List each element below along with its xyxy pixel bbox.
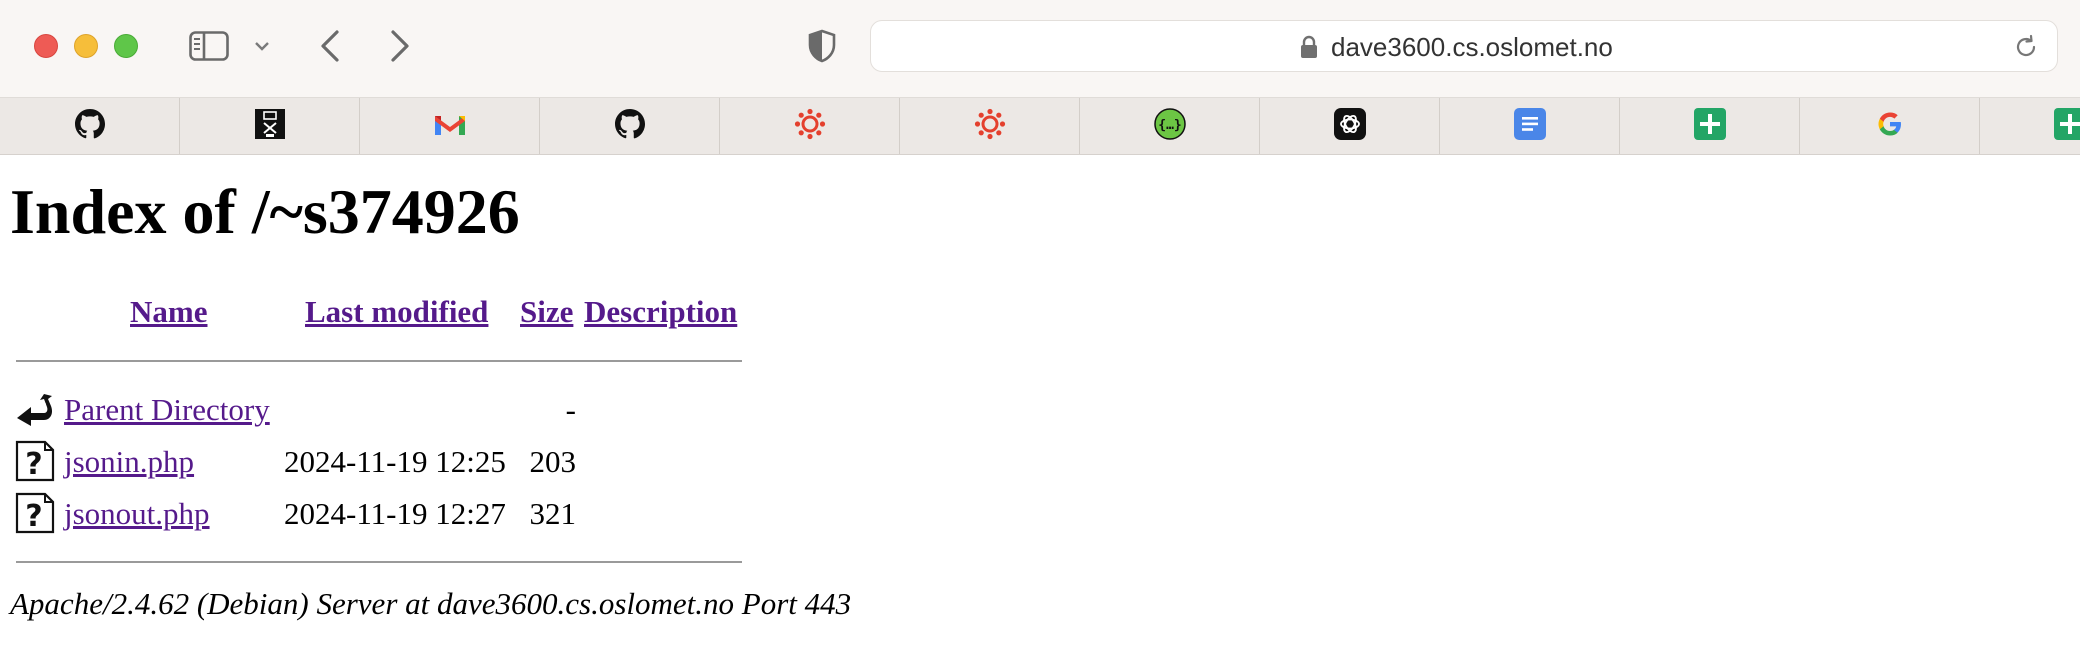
oslomet-icon [254,108,285,144]
canvas-icon [794,108,826,145]
svg-text:?: ? [25,499,42,534]
server-signature: Apache/2.4.62 (Debian) Server at dave360… [10,586,852,621]
row-last-modified: 2024-11-19 12:25 [284,444,506,479]
github-icon [614,108,645,144]
favorite-github[interactable] [0,98,180,154]
browser-toolbar: dave3600.cs.oslomet.no [0,0,2080,98]
favorite-gmail[interactable] [360,98,540,154]
url-text: dave3600.cs.oslomet.no [1331,32,1613,62]
back-arrow-icon [14,388,56,430]
forward-arrow-icon[interactable] [382,26,418,66]
zoom-window-button[interactable] [114,34,138,58]
favorite-openai[interactable] [1260,98,1440,154]
google-sheets-icon [1693,107,1726,145]
back-arrow-icon[interactable] [312,26,348,66]
column-header-size[interactable]: Size [520,292,573,332]
row-size: 321 [529,496,577,531]
lock-icon [1299,35,1319,59]
close-window-button[interactable] [34,34,58,58]
svg-text:?: ? [25,447,42,482]
column-header-name[interactable]: Name [130,292,207,332]
google-icon [1875,109,1905,144]
favorite-canvas-2[interactable] [900,98,1080,154]
divider [16,561,742,563]
favorite-google[interactable] [1800,98,1980,154]
page-content: Index of /~s374926 Name Last modified Si… [0,156,2080,672]
column-header-description[interactable]: Description [584,292,737,332]
svg-text:{…}: {…} [1158,118,1181,133]
file-link-jsonout[interactable]: jsonout.php [64,494,210,534]
row-last-modified: 2024-11-19 12:27 [284,496,506,531]
unknown-file-icon: ? [14,440,56,482]
gmail-icon [434,112,466,141]
column-header-last-modified[interactable]: Last modified [305,292,488,332]
reload-icon[interactable] [2013,34,2039,60]
favorite-google-sheets[interactable] [1620,98,1800,154]
favorite-json[interactable]: {…} [1080,98,1260,154]
favorite-oslomet[interactable] [180,98,360,154]
row-size: - [565,392,576,427]
privacy-shield-icon[interactable] [802,26,842,66]
favorite-canvas[interactable] [720,98,900,154]
parent-directory-link[interactable]: Parent Directory [64,390,270,430]
google-docs-icon [1513,107,1546,145]
openai-icon [1333,107,1366,145]
address-bar[interactable]: dave3600.cs.oslomet.no [870,20,2058,72]
unknown-file-icon: ? [14,492,56,534]
chevron-down-icon[interactable] [250,34,274,58]
minimize-window-button[interactable] [74,34,98,58]
sidebar-toggle-icon[interactable] [186,28,232,64]
favorite-google-sheets-2[interactable] [1980,98,2080,154]
favorites-bar: {…} [0,98,2080,155]
json-braces-icon: {…} [1153,107,1186,145]
google-sheets-icon [2053,107,2080,145]
github-icon [74,108,105,144]
favorite-github-2[interactable] [540,98,720,154]
row-size: 203 [529,444,577,479]
canvas-icon [974,108,1006,145]
page-title: Index of /~s374926 [10,176,520,247]
favorite-google-docs[interactable] [1440,98,1620,154]
divider [16,360,742,362]
file-link-jsonin[interactable]: jsonin.php [64,442,194,482]
